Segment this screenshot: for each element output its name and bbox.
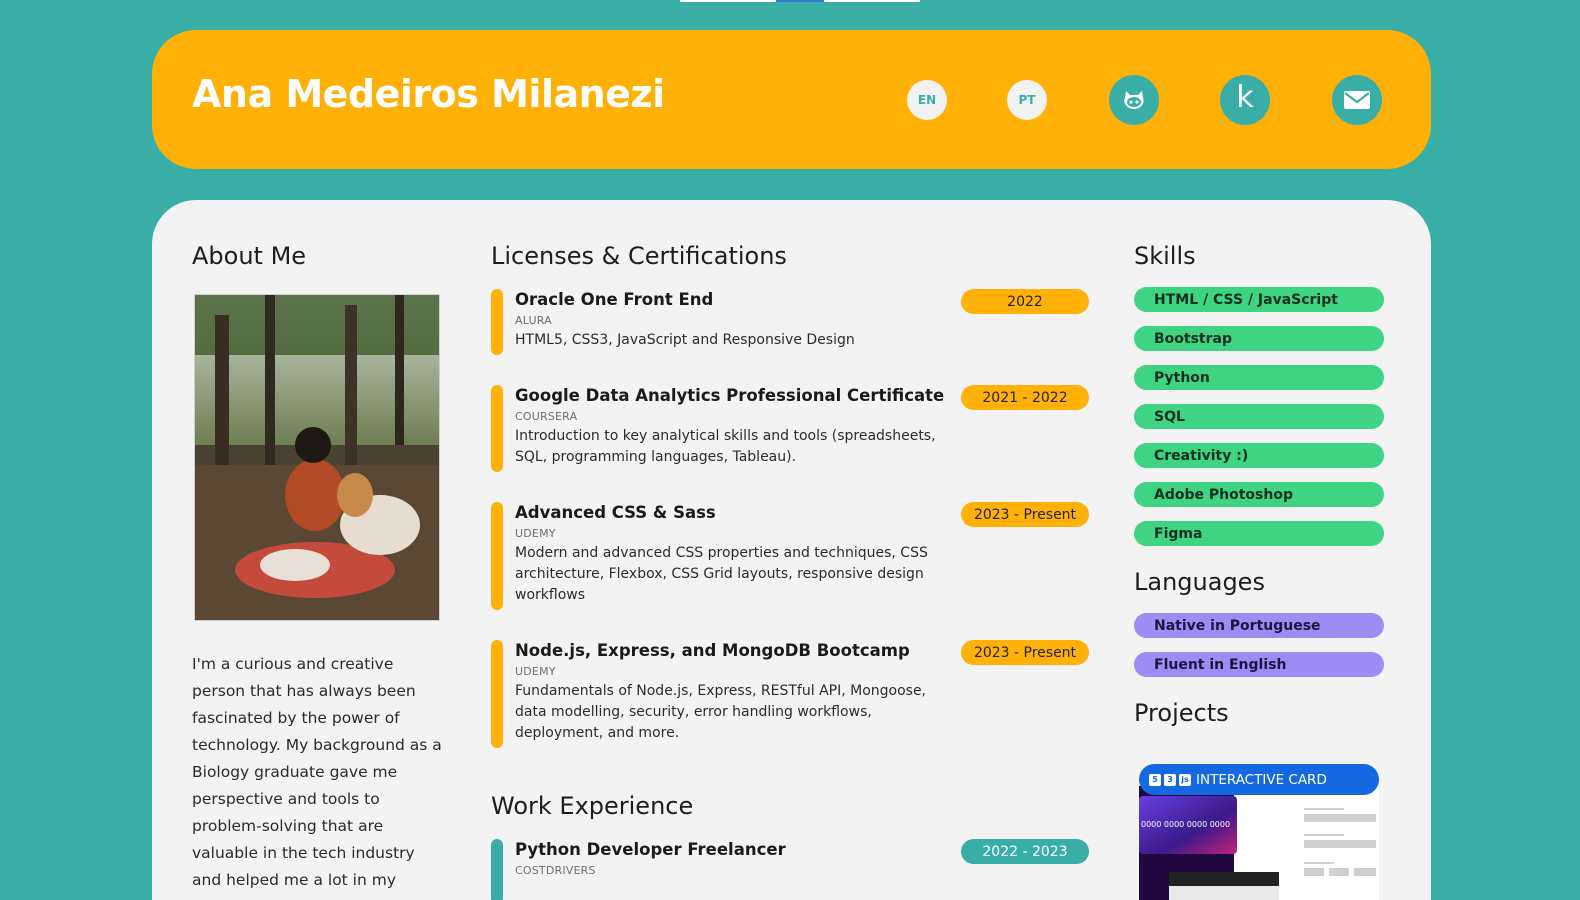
cert-period-badge: 2023 - Present bbox=[961, 502, 1089, 527]
skills-section: Skills HTML / CSS / JavaScript Bootstrap… bbox=[1134, 242, 1384, 900]
email-link[interactable] bbox=[1332, 75, 1382, 125]
work-entry: Python Developer Freelancer COSTDRIVERS … bbox=[491, 839, 1091, 900]
work-period-badge: 2022 - 2023 bbox=[961, 839, 1089, 864]
cert-title: Node.js, Express, and MongoDB Bootcamp bbox=[515, 641, 910, 660]
about-section: About Me I'm a curious and creative pers… bbox=[192, 242, 442, 894]
languages-list: Native in Portuguese Fluent in English bbox=[1134, 613, 1384, 677]
cert-org: UDEMY bbox=[515, 665, 556, 678]
cert-entry: Advanced CSS & Sass UDEMY Modern and adv… bbox=[491, 502, 1091, 610]
certifications-heading: Licenses & Certifications bbox=[491, 242, 787, 270]
skill-pill: SQL bbox=[1134, 404, 1384, 429]
project-card-interactive-card[interactable]: 5 3 js INTERACTIVE CARD 0000 0000 0000 0… bbox=[1139, 764, 1379, 900]
skill-pill: Adobe Photoshop bbox=[1134, 482, 1384, 507]
project-title-bar[interactable]: 5 3 js INTERACTIVE CARD bbox=[1139, 764, 1379, 795]
github-link[interactable] bbox=[1109, 75, 1159, 125]
language-pill: Fluent in English bbox=[1134, 652, 1384, 677]
main-content-card: About Me I'm a curious and creative pers… bbox=[152, 200, 1431, 900]
cert-org: UDEMY bbox=[515, 527, 556, 540]
cert-entry: Oracle One Front End ALURA HTML5, CSS3, … bbox=[491, 289, 1091, 355]
cert-desc: HTML5, CSS3, JavaScript and Responsive D… bbox=[515, 332, 855, 348]
certifications-section: Licenses & Certifications Oracle One Fro… bbox=[491, 242, 1091, 900]
cert-title: Google Data Analytics Professional Certi… bbox=[515, 386, 945, 405]
tech-icons: 5 3 js bbox=[1149, 773, 1191, 786]
timeline-bar bbox=[491, 839, 503, 900]
languages-heading: Languages bbox=[1134, 568, 1265, 596]
cert-org: COURSERA bbox=[515, 410, 578, 423]
cert-org: ALURA bbox=[515, 314, 552, 327]
work-heading: Work Experience bbox=[491, 792, 694, 820]
language-en-button[interactable]: EN bbox=[907, 80, 947, 120]
cert-period-badge: 2023 - Present bbox=[961, 640, 1089, 665]
cert-title: Oracle One Front End bbox=[515, 290, 714, 309]
top-scroll-indicator bbox=[680, 0, 920, 2]
cert-period-badge: 2022 bbox=[961, 289, 1089, 314]
skill-pill: HTML / CSS / JavaScript bbox=[1134, 287, 1384, 312]
card-number: 0000 0000 0000 0000 bbox=[1141, 820, 1231, 829]
html5-icon: 5 bbox=[1149, 773, 1161, 786]
language-pill: Native in Portuguese bbox=[1134, 613, 1384, 638]
timeline-bar bbox=[491, 502, 503, 610]
project-title: INTERACTIVE CARD bbox=[1196, 771, 1327, 788]
projects-heading: Projects bbox=[1134, 699, 1229, 727]
skill-pill: Bootstrap bbox=[1134, 326, 1384, 351]
kaggle-link[interactable]: k bbox=[1220, 75, 1270, 125]
cert-entry: Node.js, Express, and MongoDB Bootcamp U… bbox=[491, 640, 1091, 748]
skill-pill: Python bbox=[1134, 365, 1384, 390]
skill-pill: Figma bbox=[1134, 521, 1384, 546]
timeline-bar bbox=[491, 640, 503, 748]
cert-period-badge: 2021 - 2022 bbox=[961, 385, 1089, 410]
skills-heading: Skills bbox=[1134, 242, 1196, 270]
timeline-bar bbox=[491, 289, 503, 355]
timeline-bar bbox=[491, 385, 503, 472]
css3-icon: 3 bbox=[1164, 773, 1176, 786]
js-icon: js bbox=[1179, 773, 1191, 786]
cert-desc: Introduction to key analytical skills an… bbox=[515, 428, 936, 465]
email-icon bbox=[1343, 90, 1371, 110]
top-scroll-indicator-active bbox=[776, 0, 824, 2]
skills-list: HTML / CSS / JavaScript Bootstrap Python… bbox=[1134, 287, 1384, 546]
cert-title: Advanced CSS & Sass bbox=[515, 503, 716, 522]
work-org: COSTDRIVERS bbox=[515, 864, 596, 877]
kaggle-icon: k bbox=[1236, 80, 1254, 115]
cert-desc: Modern and advanced CSS properties and t… bbox=[515, 545, 928, 603]
work-title: Python Developer Freelancer bbox=[515, 840, 786, 859]
about-heading: About Me bbox=[192, 242, 307, 270]
profile-name: Ana Medeiros Milanezi bbox=[192, 72, 665, 116]
header-banner: Ana Medeiros Milanezi EN PT k bbox=[152, 30, 1431, 169]
skill-pill: Creativity :) bbox=[1134, 443, 1384, 468]
profile-photo bbox=[194, 294, 440, 621]
language-pt-button[interactable]: PT bbox=[1007, 80, 1047, 120]
cert-entry: Google Data Analytics Professional Certi… bbox=[491, 385, 1091, 472]
cert-desc: Fundamentals of Node.js, Express, RESTfu… bbox=[515, 683, 927, 741]
github-icon bbox=[1122, 89, 1146, 111]
about-text: I'm a curious and creative person that h… bbox=[192, 655, 442, 889]
project-preview-image: 0000 0000 0000 0000 bbox=[1139, 786, 1379, 900]
